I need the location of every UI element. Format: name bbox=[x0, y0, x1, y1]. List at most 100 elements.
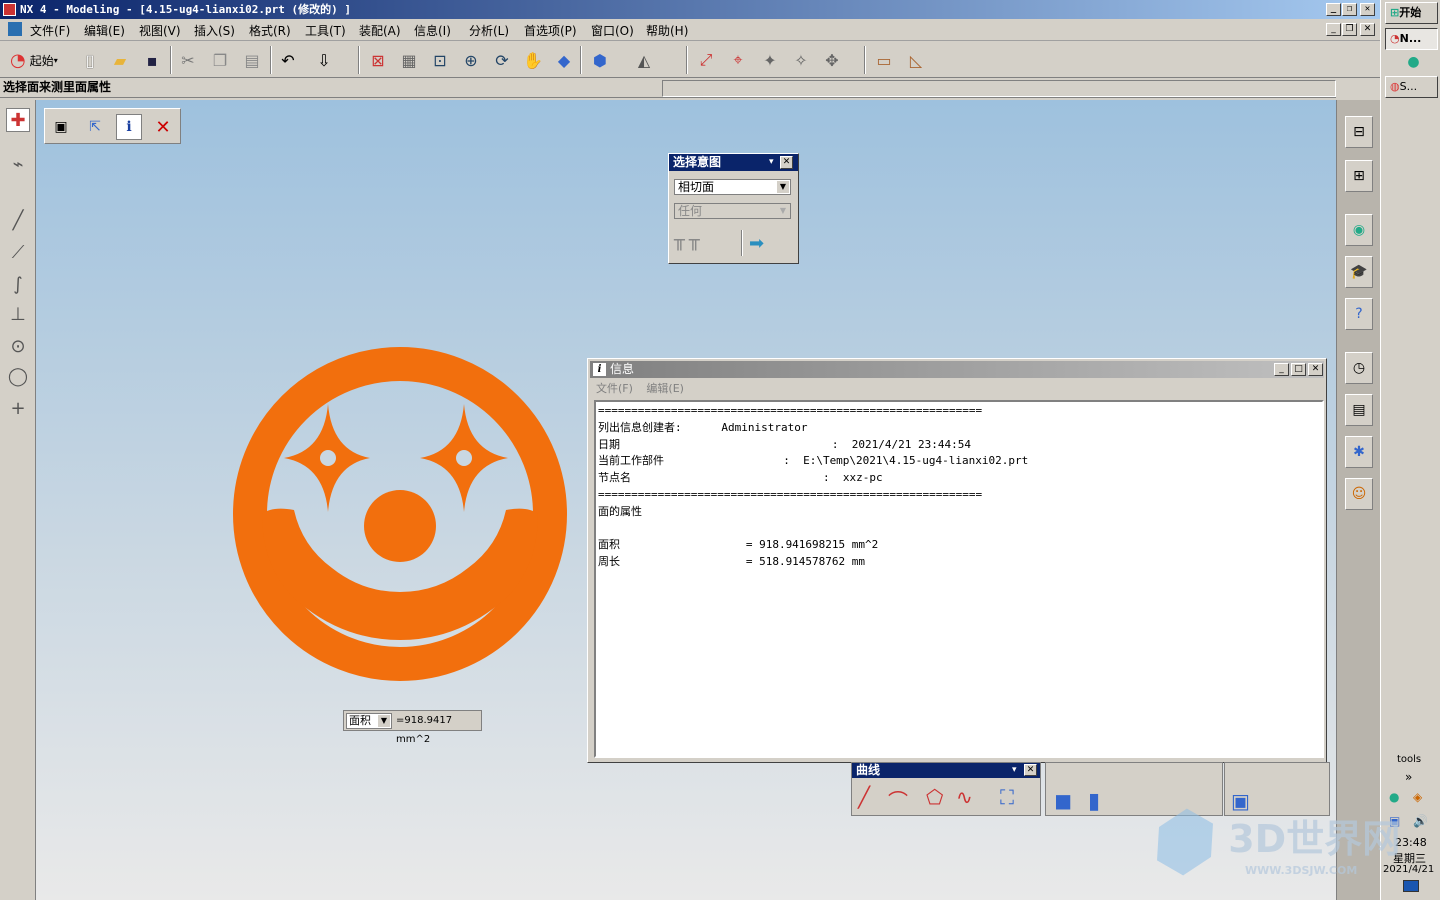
line-icon[interactable]: ╱ bbox=[6, 208, 30, 232]
undo-icon[interactable]: ↶ bbox=[276, 48, 300, 72]
clown-nose[interactable] bbox=[364, 490, 436, 562]
history-icon[interactable]: ◷ bbox=[1345, 352, 1373, 384]
new-file-icon[interactable]: ▯ bbox=[78, 48, 102, 72]
users-icon[interactable]: ☺ bbox=[1345, 478, 1373, 510]
circle-icon[interactable]: ◯ bbox=[6, 364, 30, 388]
sketch-icon[interactable]: ⌁ bbox=[6, 152, 30, 176]
point-to-point-icon[interactable]: ▣ bbox=[48, 114, 74, 140]
polygon-curve-icon[interactable]: ⬠ bbox=[926, 785, 943, 809]
cancel-icon[interactable]: ✕ bbox=[150, 114, 176, 140]
line-tangent-icon[interactable]: ⟋ bbox=[6, 240, 30, 264]
toolbar-expand-icon[interactable]: » bbox=[1405, 770, 1412, 784]
pan-icon[interactable]: ✋ bbox=[521, 48, 545, 72]
menu-assembly[interactable]: 装配(A) bbox=[359, 22, 401, 39]
tray-app-icon[interactable]: ◈ bbox=[1413, 790, 1422, 804]
transform-icon[interactable]: ✦ bbox=[758, 48, 782, 72]
close-icon[interactable]: ✕ bbox=[1024, 764, 1037, 776]
menu-analysis[interactable]: 分析(L) bbox=[469, 22, 509, 39]
wcs-dynamic-icon[interactable]: ⌖ bbox=[726, 48, 750, 72]
open-folder-icon[interactable]: ▰ bbox=[108, 48, 132, 72]
wcs-icon[interactable]: ⤢ bbox=[694, 48, 718, 72]
paste-icon[interactable]: ▤ bbox=[240, 48, 264, 72]
copy-icon[interactable]: ❐ bbox=[208, 48, 232, 72]
zoom-window-icon[interactable]: ▦ bbox=[397, 48, 421, 72]
follow-fillet-arrow-icon[interactable]: ➡ bbox=[749, 233, 764, 254]
web-browser-icon[interactable]: ◉ bbox=[1345, 214, 1373, 246]
measurement-readout: 面积 ▼ =918.9417 mm^2 bbox=[343, 710, 482, 745]
point-icon[interactable]: ⊥ bbox=[6, 302, 30, 326]
block-icon[interactable]: ◼ bbox=[1054, 789, 1072, 814]
zoom-box-icon[interactable]: ⊡ bbox=[428, 48, 452, 72]
toolbar-separator bbox=[686, 46, 688, 74]
wcs-select-icon[interactable]: ⇱ bbox=[82, 114, 108, 140]
info-menu-edit[interactable]: 编辑(E) bbox=[646, 382, 684, 395]
part-navigator-icon[interactable]: ⊞ bbox=[1345, 160, 1373, 192]
doc-close-button[interactable]: ✕ bbox=[1360, 23, 1375, 36]
help-icon[interactable]: ? bbox=[1345, 298, 1373, 330]
intent-rule-select[interactable]: 相切面 ▼ bbox=[674, 179, 791, 195]
taskbar-item-nx[interactable]: ◔N... bbox=[1385, 28, 1438, 50]
start-button[interactable]: ◔ 起始 ▾ bbox=[10, 48, 72, 72]
move-object-icon[interactable]: ✧ bbox=[789, 48, 813, 72]
menu-file[interactable]: 文件(F) bbox=[30, 22, 70, 39]
zoom-icon[interactable]: ⊕ bbox=[459, 48, 483, 72]
measure-distance-icon[interactable]: ▭ bbox=[872, 48, 896, 72]
orient-view-icon[interactable]: ◭ bbox=[632, 48, 656, 72]
fit-icon[interactable]: ⊠ bbox=[366, 48, 390, 72]
chevron-down-icon[interactable]: ▾ bbox=[1012, 763, 1017, 778]
measure-type-select[interactable]: 面积 ▼ bbox=[346, 713, 392, 729]
close-icon[interactable]: ✕ bbox=[780, 156, 793, 169]
arc-icon[interactable]: ⊙ bbox=[6, 334, 30, 358]
info-minimize-button[interactable]: _ bbox=[1274, 363, 1289, 376]
doc-restore-button[interactable]: ❐ bbox=[1342, 23, 1357, 36]
basic-arc-icon[interactable]: ⌒ bbox=[888, 785, 908, 814]
start-menu-button[interactable]: ⊞开始 bbox=[1385, 2, 1438, 24]
menu-tools[interactable]: 工具(T) bbox=[305, 22, 346, 39]
show-desktop-icon[interactable] bbox=[1403, 880, 1419, 892]
info-icon[interactable]: i bbox=[116, 114, 142, 140]
select-icon[interactable]: ✚ bbox=[6, 108, 30, 132]
menu-edit[interactable]: 编辑(E) bbox=[84, 22, 125, 39]
stop-at-intersection-icon[interactable]: ╥╥ bbox=[674, 230, 734, 256]
menu-insert[interactable]: 插入(S) bbox=[194, 22, 235, 39]
basic-line-icon[interactable]: ╱ bbox=[858, 785, 870, 809]
law-curve-icon[interactable]: ⛶ bbox=[1000, 785, 1014, 809]
menu-view[interactable]: 视图(V) bbox=[139, 22, 181, 39]
cylinder-icon[interactable]: ▮ bbox=[1088, 789, 1100, 814]
assembly-navigator-icon[interactable]: ⊟ bbox=[1345, 116, 1373, 148]
cut-icon[interactable]: ✂ bbox=[176, 48, 200, 72]
menu-preferences[interactable]: 首选项(P) bbox=[524, 22, 577, 39]
info-menu-file[interactable]: 文件(F) bbox=[596, 382, 633, 395]
spline-icon[interactable]: ∫ bbox=[6, 272, 30, 296]
info-maximize-button[interactable]: □ bbox=[1291, 363, 1306, 376]
info-close-button[interactable]: ✕ bbox=[1308, 363, 1323, 376]
volume-icon[interactable]: 🔊 bbox=[1413, 814, 1428, 828]
selection-filter-icon[interactable]: ⇩ bbox=[312, 48, 336, 72]
rotate-icon[interactable]: ⟳ bbox=[490, 48, 514, 72]
tray-wechat-icon[interactable]: ● bbox=[1389, 790, 1399, 804]
chevron-down-icon[interactable]: ▾ bbox=[769, 154, 774, 171]
select-intent-panel: 选择意图 ▾ ✕ 相切面 ▼ 任何 ▼ ╥╥ ➡ bbox=[668, 153, 799, 264]
training-icon[interactable]: 🎓 bbox=[1345, 256, 1373, 288]
object-display-icon[interactable]: ✥ bbox=[820, 48, 844, 72]
restore-button[interactable]: ❐ bbox=[1342, 3, 1357, 16]
menu-window[interactable]: 窗口(O) bbox=[591, 22, 634, 39]
spline-curve-icon[interactable]: ∿ bbox=[956, 785, 973, 809]
save-icon[interactable]: ▪ bbox=[140, 48, 164, 72]
menu-information[interactable]: 信息(I) bbox=[414, 22, 451, 39]
cross-icon[interactable]: + bbox=[6, 396, 30, 420]
measure-angle-icon[interactable]: ◺ bbox=[904, 48, 928, 72]
info-text-area[interactable]: ========================================… bbox=[594, 400, 1324, 758]
taskbar-item-chrome[interactable]: ◍S... bbox=[1385, 76, 1438, 98]
clown-face-model[interactable] bbox=[232, 346, 568, 682]
close-button[interactable]: ✕ bbox=[1360, 3, 1375, 16]
minimize-button[interactable]: _ bbox=[1326, 3, 1341, 16]
doc-minimize-button[interactable]: _ bbox=[1326, 23, 1341, 36]
wechat-icon[interactable]: ● bbox=[1385, 52, 1438, 74]
shaded-view-icon[interactable]: ◆ bbox=[552, 48, 576, 72]
reuse-library-icon[interactable]: ▤ bbox=[1345, 394, 1373, 426]
menu-help[interactable]: 帮助(H) bbox=[646, 22, 688, 39]
roles-icon[interactable]: ✱ bbox=[1345, 436, 1373, 468]
render-style-icon[interactable]: ⬢ bbox=[588, 48, 612, 72]
menu-format[interactable]: 格式(R) bbox=[249, 22, 291, 39]
